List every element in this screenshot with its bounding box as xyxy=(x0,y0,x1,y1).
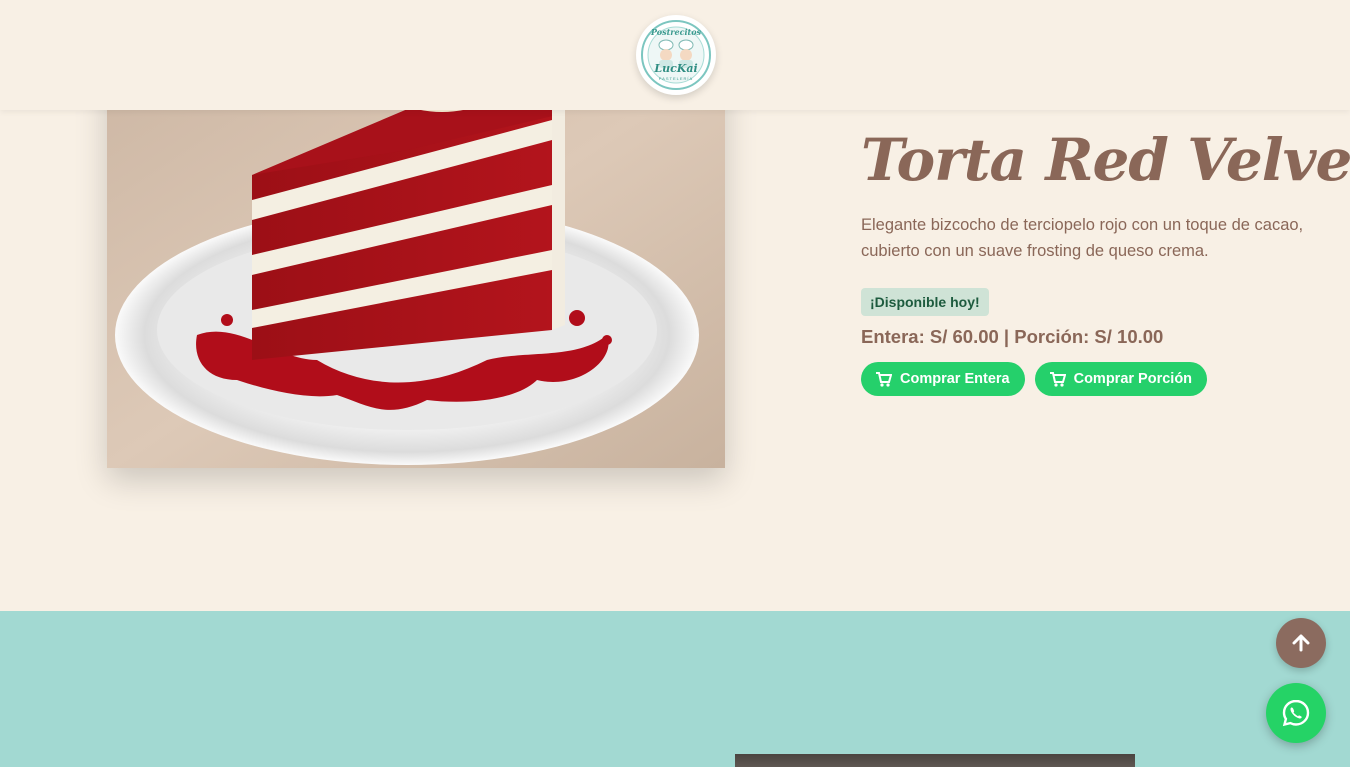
buy-whole-label: Comprar Entera xyxy=(900,371,1010,387)
cart-icon xyxy=(876,371,892,387)
logo-text-top: Postrecitos xyxy=(650,27,702,37)
page: Postrecitos LucKai PASTELERÍA Torta Red … xyxy=(0,0,1350,767)
red-velvet-cake-photo xyxy=(107,60,725,468)
product-title: Torta Red Velvet xyxy=(861,126,1350,194)
buy-portion-label: Comprar Porción xyxy=(1073,371,1193,387)
logo[interactable]: Postrecitos LucKai PASTELERÍA xyxy=(636,15,716,95)
buy-buttons: Comprar Entera Comprar Porción xyxy=(861,362,1321,396)
availability-badge: ¡Disponible hoy! xyxy=(861,288,989,316)
product-description: Elegante bizcocho de terciopelo rojo con… xyxy=(861,216,1304,260)
buy-portion-button[interactable]: Comprar Porción xyxy=(1034,362,1208,396)
whatsapp-button[interactable] xyxy=(1266,683,1326,743)
buy-whole-button[interactable]: Comprar Entera xyxy=(861,362,1025,396)
site-header: Postrecitos LucKai PASTELERÍA xyxy=(0,0,1350,110)
logo-text-main: LucKai xyxy=(654,62,698,75)
logo-text-sub: PASTELERÍA xyxy=(658,76,694,81)
product-price: Entera: S/ 60.00 | Porción: S/ 10.00 xyxy=(861,326,1164,347)
product-image xyxy=(107,60,725,468)
next-section xyxy=(0,611,1350,767)
arrow-up-icon xyxy=(1292,634,1310,652)
cart-icon xyxy=(1049,371,1066,387)
next-product-image xyxy=(735,754,1135,767)
product-info: Torta Red Velvet Elegante bizcocho de te… xyxy=(861,122,1350,396)
scroll-top-button[interactable] xyxy=(1276,618,1326,668)
whatsapp-icon xyxy=(1282,699,1310,727)
